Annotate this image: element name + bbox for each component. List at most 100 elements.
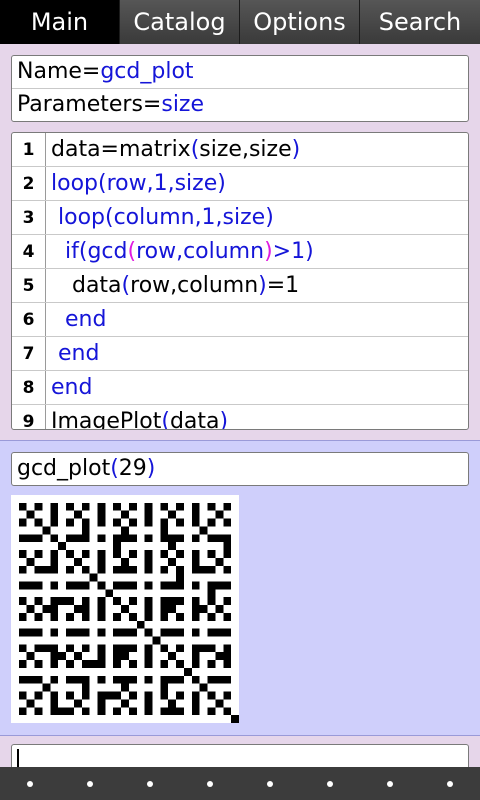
code-line[interactable]: 6 end	[12, 302, 468, 336]
plot-cell	[168, 589, 177, 598]
plot-cell	[136, 495, 145, 503]
code-line[interactable]: 2 loop(row,1,size)	[12, 166, 468, 200]
plot-cell	[42, 495, 51, 503]
keyboard-dot[interactable]	[300, 767, 360, 800]
plot-cell	[215, 636, 224, 645]
code-line[interactable]: 3 loop(column,1,size)	[12, 200, 468, 234]
plot-cell	[34, 667, 43, 676]
plot-cell	[26, 660, 35, 668]
code-line[interactable]: 1 data=matrix(size,size)	[12, 133, 468, 166]
parameters-field[interactable]: Parameters=size	[12, 88, 468, 121]
plot-cell	[105, 550, 114, 558]
plot-cell	[73, 612, 82, 621]
plot-cell	[160, 667, 169, 676]
plot-cell	[89, 644, 98, 653]
plot-cell	[215, 526, 224, 535]
plot-cell	[231, 707, 239, 716]
plot-cell	[231, 510, 239, 519]
keyboard-dot[interactable]	[420, 767, 480, 800]
plot-cell	[58, 683, 67, 692]
plot-cell	[152, 510, 161, 519]
plot-cell	[89, 620, 98, 629]
plot-cell	[207, 510, 216, 519]
name-field[interactable]: Name=gcd_plot	[12, 56, 468, 88]
plot-cell	[215, 644, 224, 653]
plot-cell	[121, 589, 129, 598]
plot-cell	[136, 644, 145, 653]
plot-cell	[152, 675, 161, 684]
plot-cell	[152, 589, 161, 598]
code-line[interactable]: 7 end	[12, 336, 468, 370]
command-history-entry[interactable]: gcd_plot(29)	[11, 452, 469, 486]
plot-cell	[176, 636, 184, 645]
plot-cell	[207, 652, 216, 661]
plot-cell	[26, 612, 35, 621]
plot-cell	[199, 612, 208, 621]
plot-cell	[128, 526, 137, 535]
code-line[interactable]: 4 if(gcd(row,column)>1)	[12, 234, 468, 268]
plot-cell	[136, 573, 145, 582]
plot-cell	[152, 605, 161, 613]
plot-cell	[105, 565, 114, 574]
plot-cell	[42, 612, 51, 621]
plot-cell	[42, 542, 51, 551]
keyboard-dot[interactable]	[360, 767, 420, 800]
plot-cell	[231, 644, 239, 653]
plot-cell	[183, 542, 192, 551]
plot-cell	[176, 699, 184, 708]
tab-options[interactable]: Options	[240, 0, 360, 44]
plot-cell	[89, 565, 98, 574]
plot-cell	[176, 589, 184, 598]
plot-cell	[223, 526, 232, 535]
code-line[interactable]: 5 data(row,column)=1	[12, 268, 468, 302]
plot-cell	[207, 573, 216, 582]
plot-cell	[121, 495, 129, 503]
plot-cell	[73, 620, 82, 629]
keyboard-dot[interactable]	[120, 767, 180, 800]
code-text: loop(row,1,size)	[46, 167, 468, 200]
keyboard-dot[interactable]	[240, 767, 300, 800]
plot-cell	[128, 542, 137, 551]
plot-cell	[11, 636, 19, 645]
line-number: 8	[12, 371, 46, 404]
plot-cell	[42, 581, 51, 590]
plot-cell	[121, 518, 129, 527]
plot-cell	[152, 573, 161, 582]
code-editor[interactable]: 1 data=matrix(size,size) 2 loop(row,1,size)…	[11, 132, 469, 430]
code-line[interactable]: 8 end	[12, 370, 468, 404]
plot-cell	[176, 557, 184, 566]
plot-cell	[26, 565, 35, 574]
plot-cell	[58, 612, 67, 621]
function-definition-box: Name=gcd_plot Parameters=size	[11, 55, 469, 122]
plot-cell	[183, 707, 192, 716]
plot-cell	[81, 557, 90, 566]
plot-cell	[191, 589, 200, 598]
tab-search[interactable]: Search	[360, 0, 480, 44]
code-line[interactable]: 9 ImagePlot(data)	[12, 404, 468, 429]
plot-cell	[168, 667, 177, 676]
plot-cell	[144, 573, 153, 582]
plot-cell	[97, 526, 106, 535]
tab-catalog[interactable]: Catalog	[120, 0, 240, 44]
keyboard-dot[interactable]	[180, 767, 240, 800]
plot-cell	[152, 628, 161, 637]
code-token: (	[190, 137, 200, 162]
keyboard-dot[interactable]	[0, 767, 60, 800]
plot-cell	[105, 581, 114, 590]
plot-cell	[183, 620, 192, 629]
tab-main[interactable]: Main	[0, 0, 120, 44]
plot-cell	[18, 589, 27, 598]
dot-icon	[87, 780, 93, 787]
plot-cell	[152, 534, 161, 543]
plot-cell	[26, 683, 35, 692]
plot-cell	[73, 526, 82, 535]
plot-cell	[105, 542, 114, 551]
plot-cell	[160, 636, 169, 645]
keyboard-strip[interactable]	[0, 767, 480, 800]
keyboard-dot[interactable]	[60, 767, 120, 800]
plot-cell	[73, 644, 82, 653]
plot-cell	[26, 644, 35, 653]
plot-cell	[105, 510, 114, 519]
plot-cell	[42, 675, 51, 684]
plot-cell	[58, 636, 67, 645]
